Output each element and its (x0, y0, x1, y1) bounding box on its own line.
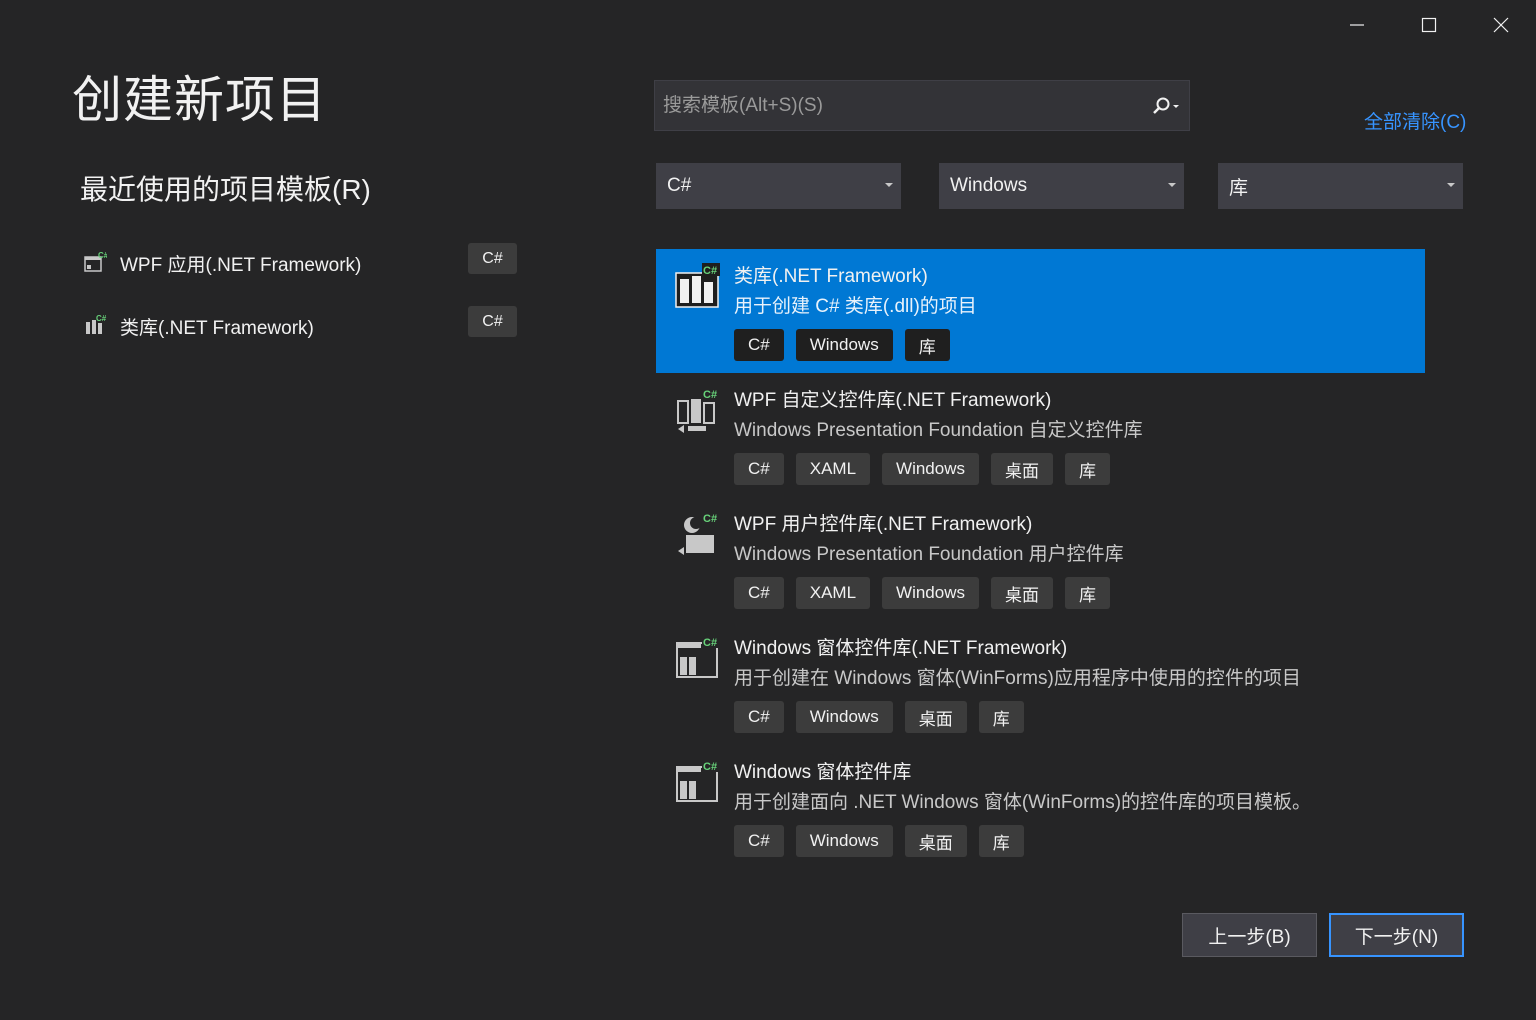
tag-badge: C# (734, 453, 784, 485)
template-item-wpf-user-control-library[interactable]: C# WPF 用户控件库(.NET Framework) Windows Pre… (656, 497, 1425, 621)
platform-filter-dropdown[interactable]: Windows (939, 163, 1184, 209)
template-name: Windows 窗体控件库(.NET Framework) (734, 638, 1068, 659)
recent-template-label: 类库(.NET Framework) (120, 317, 314, 339)
platform-filter-value: Windows (950, 175, 1028, 196)
tag-badge: C# (734, 329, 784, 361)
back-button[interactable]: 上一步(B) (1182, 913, 1317, 957)
tag-badge: 库 (978, 701, 1024, 733)
template-search-box[interactable] (654, 80, 1190, 131)
chevron-down-icon (1168, 183, 1176, 187)
project-type-filter-value: 库 (1229, 177, 1249, 199)
tag-badge: 桌面 (904, 701, 967, 733)
template-tags: C# Windows 库 (734, 329, 950, 361)
search-button[interactable] (1143, 81, 1189, 130)
project-type-filter-dropdown[interactable]: 库 (1218, 163, 1463, 209)
tag-badge: C# (734, 577, 784, 609)
tag-badge: Windows (795, 825, 893, 857)
template-tags: C# XAML Windows 桌面 库 (734, 453, 1110, 485)
recent-template-label: WPF 应用(.NET Framework) (120, 254, 362, 276)
tag-badge: 桌面 (904, 825, 967, 857)
tag-badge: 桌面 (991, 453, 1053, 485)
class-library-icon: C# (80, 311, 110, 341)
close-icon (1493, 17, 1509, 33)
tag-badge: C# (734, 701, 784, 733)
template-item-wpf-custom-control-library[interactable]: C# WPF 自定义控件库(.NET Framework) Windows Pr… (656, 373, 1425, 497)
wpf-custom-control-library-icon: C# (677, 389, 717, 433)
chevron-down-icon (1447, 183, 1455, 187)
recent-template-class-library[interactable]: C# 类库(.NET Framework) C# (80, 306, 520, 346)
template-description: 用于创建面向 .NET Windows 窗体(WinForms)的控件库的项目模… (734, 792, 1312, 813)
close-button[interactable] (1478, 6, 1524, 44)
search-input[interactable] (655, 81, 1143, 130)
svg-text:C#: C# (703, 761, 717, 773)
svg-text:C#: C# (703, 265, 717, 277)
template-name: WPF 用户控件库(.NET Framework) (734, 514, 1033, 535)
maximize-icon (1421, 17, 1437, 33)
tag-badge: XAML (795, 577, 871, 609)
tag-badge: 库 (904, 329, 950, 361)
template-tags: C# Windows 桌面 库 (734, 701, 1024, 733)
next-button[interactable]: 下一步(N) (1329, 913, 1464, 957)
minimize-button[interactable] (1334, 6, 1380, 44)
chevron-down-icon (885, 183, 893, 187)
recent-templates-heading: 最近使用的项目模板(R) (80, 174, 371, 205)
template-item-winforms-control-library[interactable]: C# Windows 窗体控件库 用于创建面向 .NET Windows 窗体(… (656, 745, 1425, 869)
language-filter-dropdown[interactable]: C# (656, 163, 901, 209)
svg-text:C#: C# (98, 251, 107, 260)
maximize-button[interactable] (1406, 6, 1452, 44)
tag-badge: 库 (1065, 453, 1110, 485)
template-description: 用于创建在 Windows 窗体(WinForms)应用程序中使用的控件的项目 (734, 668, 1301, 689)
language-filter-value: C# (667, 175, 692, 196)
tag-badge: XAML (795, 453, 871, 485)
svg-text:C#: C# (703, 637, 717, 649)
template-description: Windows Presentation Foundation 用户控件库 (734, 544, 1124, 565)
svg-text:C#: C# (703, 513, 717, 525)
clear-all-link[interactable]: 全部清除(C) (1364, 107, 1466, 134)
template-name: Windows 窗体控件库 (734, 762, 912, 783)
template-item-winforms-control-library-netfx[interactable]: C# Windows 窗体控件库(.NET Framework) 用于创建在 W… (656, 621, 1425, 745)
winforms-control-library-icon: C# (676, 759, 720, 802)
search-icon (1153, 97, 1179, 114)
winforms-control-library-icon: C# (676, 635, 720, 678)
tag-badge: Windows (882, 453, 979, 485)
tag-badge: 桌面 (991, 577, 1053, 609)
wpf-user-control-library-icon: C# (678, 513, 717, 555)
template-name: WPF 自定义控件库(.NET Framework) (734, 390, 1052, 411)
minimize-icon (1350, 24, 1364, 26)
template-tags: C# XAML Windows 桌面 库 (734, 577, 1110, 609)
language-badge: C# (468, 243, 517, 274)
tag-badge: Windows (882, 577, 979, 609)
svg-text:C#: C# (703, 389, 717, 401)
language-badge: C# (468, 306, 517, 337)
template-description: Windows Presentation Foundation 自定义控件库 (734, 420, 1143, 441)
page-title: 创建新项目 (72, 72, 327, 128)
recent-template-wpf-app[interactable]: C# WPF 应用(.NET Framework) C# (80, 243, 520, 283)
tag-badge: 库 (978, 825, 1024, 857)
template-name: 类库(.NET Framework) (734, 266, 928, 287)
svg-text:C#: C# (96, 314, 107, 323)
template-description: 用于创建 C# 类库(.dll)的项目 (734, 296, 977, 317)
tag-badge: C# (734, 825, 784, 857)
tag-badge: Windows (795, 329, 893, 361)
template-item-class-library[interactable]: C# 类库(.NET Framework) 用于创建 C# 类库(.dll)的项… (656, 249, 1425, 373)
tag-badge: Windows (795, 701, 893, 733)
template-tags: C# Windows 桌面 库 (734, 825, 1024, 857)
class-library-icon: C# (675, 263, 720, 308)
tag-badge: 库 (1065, 577, 1110, 609)
wpf-app-icon: C# (80, 248, 110, 278)
